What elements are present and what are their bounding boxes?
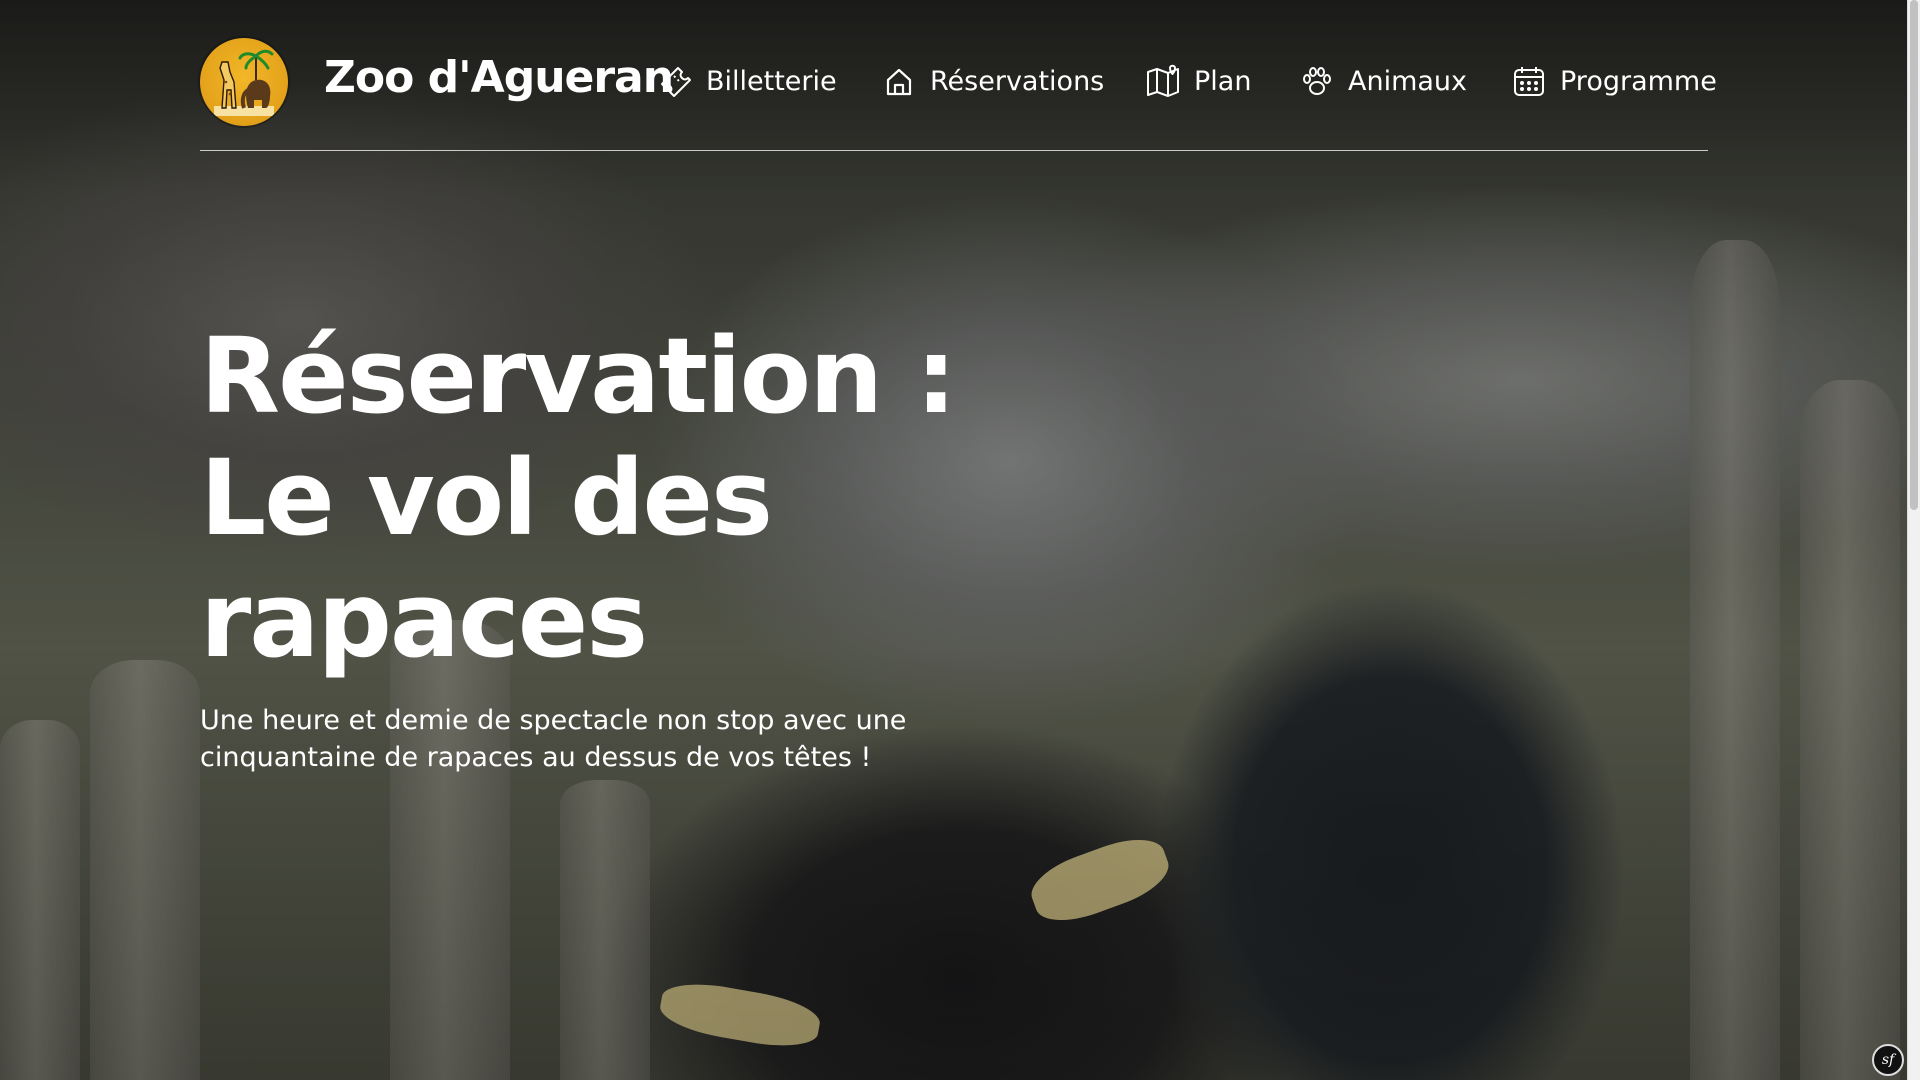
ticket-icon	[661, 67, 691, 97]
hero-title-line: rapaces	[200, 559, 648, 681]
scrollbar-thumb[interactable]	[1910, 0, 1918, 510]
paw-icon	[1303, 67, 1331, 95]
nav-billetterie[interactable]: Billetterie	[656, 62, 837, 100]
hero-subtitle-line: cinquantaine de rapaces au dessus de vos…	[200, 742, 872, 773]
page: Zoo d'Agueran Billetterie Réservations P…	[0, 0, 1920, 1080]
nav-label: Programme	[1560, 65, 1717, 97]
giraffe-elephant-logo[interactable]	[200, 38, 288, 126]
nav-label: Billetterie	[706, 65, 837, 97]
site-title[interactable]: Zoo d'Agueran	[324, 52, 674, 103]
page-scrollbar[interactable]	[1907, 0, 1920, 1080]
calendar-icon	[1514, 67, 1544, 96]
nav-animaux[interactable]: Animaux	[1298, 62, 1467, 100]
symfony-icon[interactable]: sf	[1872, 1044, 1904, 1076]
hero-title-line: Réservation :	[200, 315, 957, 437]
nav-plan[interactable]: Plan	[1144, 62, 1251, 100]
site-header: Zoo d'Agueran Billetterie Réservations P…	[200, 36, 1717, 151]
nav-reservations[interactable]: Réservations	[880, 62, 1104, 100]
nav-label: Plan	[1194, 65, 1252, 97]
hero-subtitle-line: Une heure et demie de spectacle non stop…	[200, 705, 907, 736]
nav-programme[interactable]: Programme	[1510, 62, 1717, 100]
nav-label: Animaux	[1348, 65, 1468, 97]
home-icon	[886, 68, 912, 96]
hero-title-line: Le vol des	[200, 437, 773, 559]
hero-title: Réservation : Le vol des rapaces	[200, 315, 960, 681]
hero-subtitle: Une heure et demie de spectacle non stop…	[200, 702, 920, 776]
nav-label: Réservations	[930, 65, 1105, 97]
map-icon	[1147, 64, 1179, 97]
